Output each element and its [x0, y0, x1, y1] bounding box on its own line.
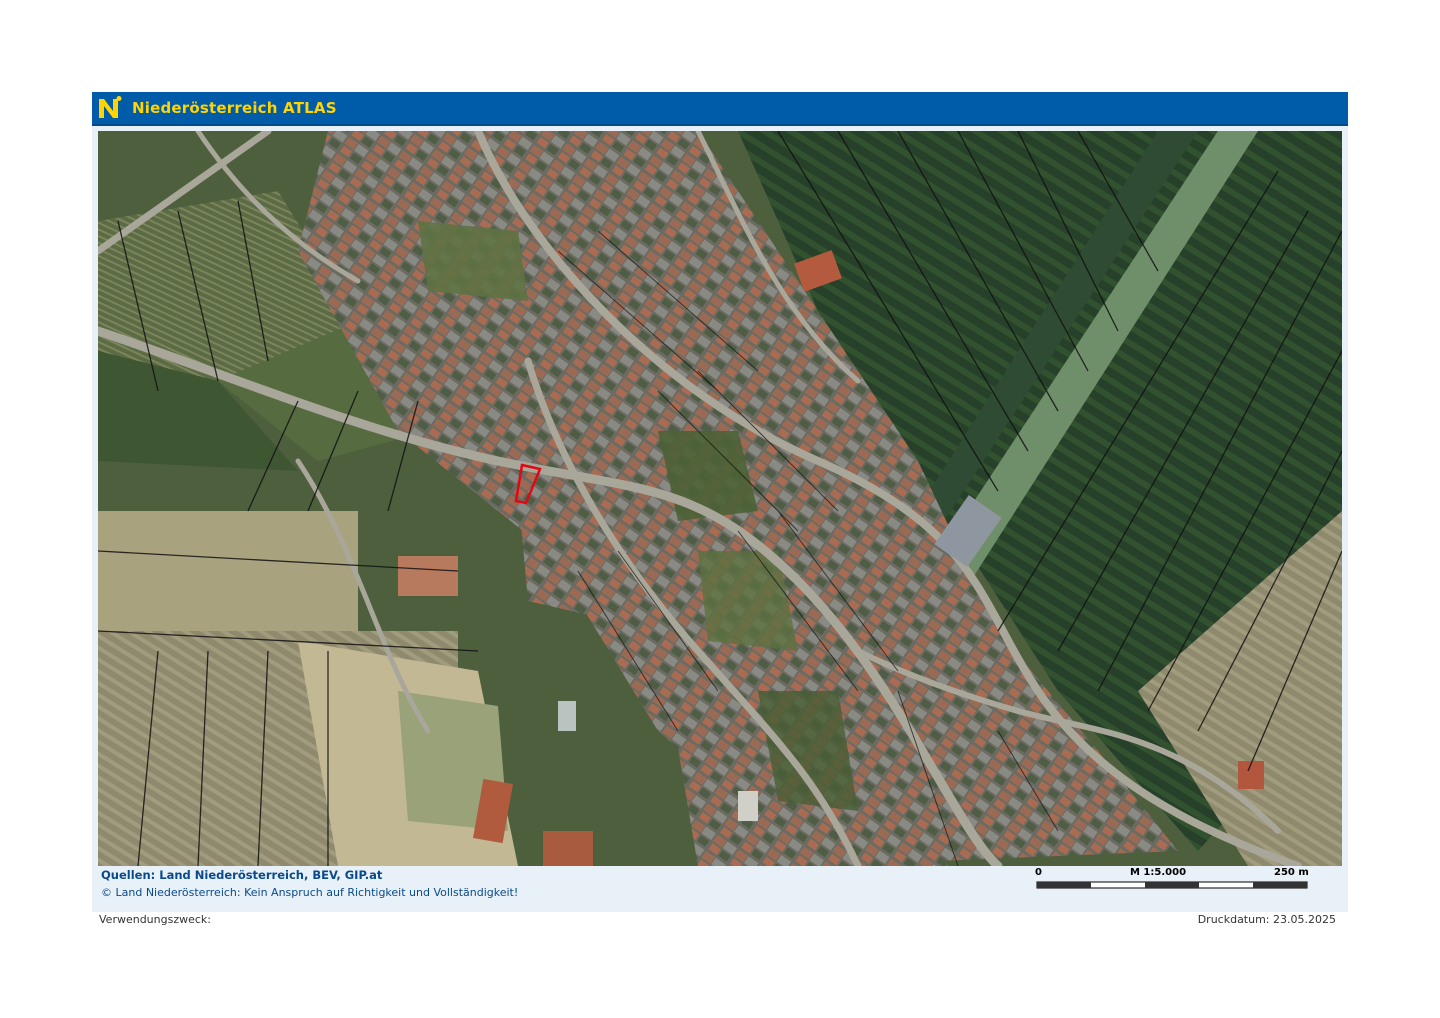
- atlas-title: Niederösterreich ATLAS: [132, 99, 337, 117]
- map-frame: [92, 126, 1348, 878]
- scale-ratio-label: M 1:5.000: [1130, 867, 1187, 878]
- orthophoto-with-cadastre: [98, 131, 1342, 866]
- scale-end-label: 250 m: [1274, 867, 1309, 878]
- noe-logo-icon: [99, 96, 122, 118]
- aerial-map[interactable]: [98, 131, 1342, 866]
- sources-text: Quellen: Land Niederösterreich, BEV, GIP…: [101, 868, 383, 882]
- scale-start-label: 0: [1035, 867, 1042, 878]
- map-footer: Quellen: Land Niederösterreich, BEV, GIP…: [92, 866, 1348, 912]
- print-sheet: Niederösterreich ATLAS Quellen: Land Nie…: [92, 92, 1348, 912]
- print-date: Druckdatum: 23.05.2025: [1197, 913, 1336, 926]
- scale-bar: 0 M 1:5.000 250 m: [1035, 866, 1325, 896]
- copyright-text: © Land Niederösterreich: Kein Anspruch a…: [101, 886, 519, 899]
- atlas-header: Niederösterreich ATLAS: [92, 92, 1348, 126]
- purpose-label: Verwendungszweck:: [99, 913, 211, 926]
